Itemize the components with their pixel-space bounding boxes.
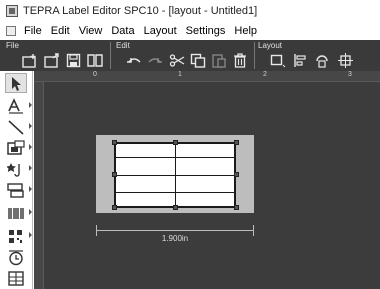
ribbon-separator (110, 42, 111, 69)
resize-handle[interactable] (234, 172, 239, 177)
copy-icon (190, 53, 206, 68)
open-book-button[interactable] (87, 53, 103, 68)
copy-button[interactable] (190, 53, 206, 68)
menu-view[interactable]: View (79, 25, 103, 37)
menu-layout[interactable]: Layout (144, 25, 177, 37)
cut-button[interactable] (169, 53, 185, 68)
pointer-tool-button[interactable] (5, 73, 27, 93)
pointer-icon (12, 76, 21, 91)
redo-icon (148, 58, 162, 63)
menu-bar: File Edit View Data Layout Settings Help (0, 22, 380, 40)
table-tool-button[interactable] (5, 180, 32, 200)
group-label-file: File (6, 41, 19, 50)
dimension-line (96, 230, 254, 231)
qrcode-icon (9, 229, 22, 243)
rotate-button[interactable] (314, 53, 330, 68)
resize-handle[interactable] (112, 172, 117, 177)
redo-button[interactable] (147, 53, 163, 68)
resize-handle[interactable] (234, 140, 239, 145)
grid-tool-button[interactable] (5, 268, 27, 288)
line-tool-button[interactable] (5, 117, 32, 137)
chevron-right-icon (29, 232, 32, 238)
rotate-icon (316, 55, 328, 68)
ribbon-toolbar: File Edit Layout (0, 40, 380, 71)
arrange-button[interactable] (338, 53, 354, 68)
cut-icon (169, 54, 185, 67)
delete-icon (234, 53, 246, 68)
align-icon (294, 54, 306, 67)
resize-handle[interactable] (173, 205, 178, 210)
table-column-divider (175, 144, 176, 206)
save-button[interactable] (66, 53, 82, 68)
undo-button[interactable] (126, 53, 142, 68)
menu-file[interactable]: File (24, 25, 42, 37)
new-label-icon (22, 54, 36, 68)
ruler-mark: 2 (263, 71, 267, 78)
align-button[interactable] (292, 53, 308, 68)
ruler-mark: 1 (178, 71, 182, 78)
arrange-icon (338, 53, 353, 68)
title-bar: TEPRA Label Editor SPC10 - [layout - Unt… (0, 0, 380, 22)
delete-button[interactable] (232, 53, 248, 68)
ribbon-separator (254, 42, 255, 69)
grid-icon (8, 270, 24, 286)
clipart-icon (7, 162, 20, 177)
ruler-mark: 3 (348, 71, 352, 78)
new-from-template-icon (44, 53, 59, 68)
resize-handle[interactable] (112, 140, 117, 145)
line-icon (8, 119, 24, 135)
menu-help[interactable]: Help (234, 25, 257, 37)
new-label-button[interactable] (22, 53, 38, 68)
menu-settings[interactable]: Settings (186, 25, 226, 37)
undo-icon (127, 58, 141, 63)
chevron-right-icon (29, 209, 32, 215)
new-from-template-button[interactable] (44, 53, 60, 68)
chevron-right-icon (29, 165, 32, 171)
label-width-text: 1.900in (161, 234, 189, 243)
label-table[interactable] (114, 142, 236, 208)
resize-handle[interactable] (234, 205, 239, 210)
resize-handle[interactable] (112, 205, 117, 210)
barcode-icon (8, 207, 24, 219)
chevron-right-icon (29, 123, 32, 129)
ruler-mark: 0 (93, 71, 97, 78)
clock-icon (9, 249, 23, 265)
group-label-edit: Edit (116, 41, 130, 50)
open-book-icon (87, 54, 103, 67)
left-toolbar (0, 71, 33, 289)
vertical-ruler (34, 82, 44, 289)
system-menu-icon[interactable] (6, 26, 16, 36)
chevron-right-icon (29, 144, 32, 150)
save-icon (66, 53, 81, 68)
image-tool-button[interactable] (5, 138, 32, 158)
qrcode-tool-button[interactable] (5, 226, 32, 246)
group-label-layout: Layout (258, 41, 283, 50)
table-icon (7, 182, 24, 198)
horizontal-ruler: 0 1 2 3 (34, 71, 380, 82)
menu-data[interactable]: Data (111, 25, 134, 37)
clock-tool-button[interactable] (5, 247, 27, 267)
menu-edit[interactable]: Edit (51, 25, 70, 37)
app-icon (6, 5, 18, 17)
paste-button[interactable] (211, 53, 227, 68)
resize-handle[interactable] (173, 140, 178, 145)
frame-icon (270, 54, 286, 68)
chevron-right-icon (29, 186, 32, 192)
paste-icon (212, 54, 226, 68)
dimension-tick (253, 225, 254, 236)
image-icon (7, 139, 25, 155)
text-icon (8, 97, 23, 114)
frame-button[interactable] (270, 53, 286, 68)
window-title: TEPRA Label Editor SPC10 - [layout - Unt… (23, 5, 258, 17)
barcode-tool-button[interactable] (5, 203, 32, 223)
chevron-right-icon (29, 102, 32, 108)
clipart-tool-button[interactable] (5, 159, 32, 179)
text-tool-button[interactable] (5, 96, 32, 116)
